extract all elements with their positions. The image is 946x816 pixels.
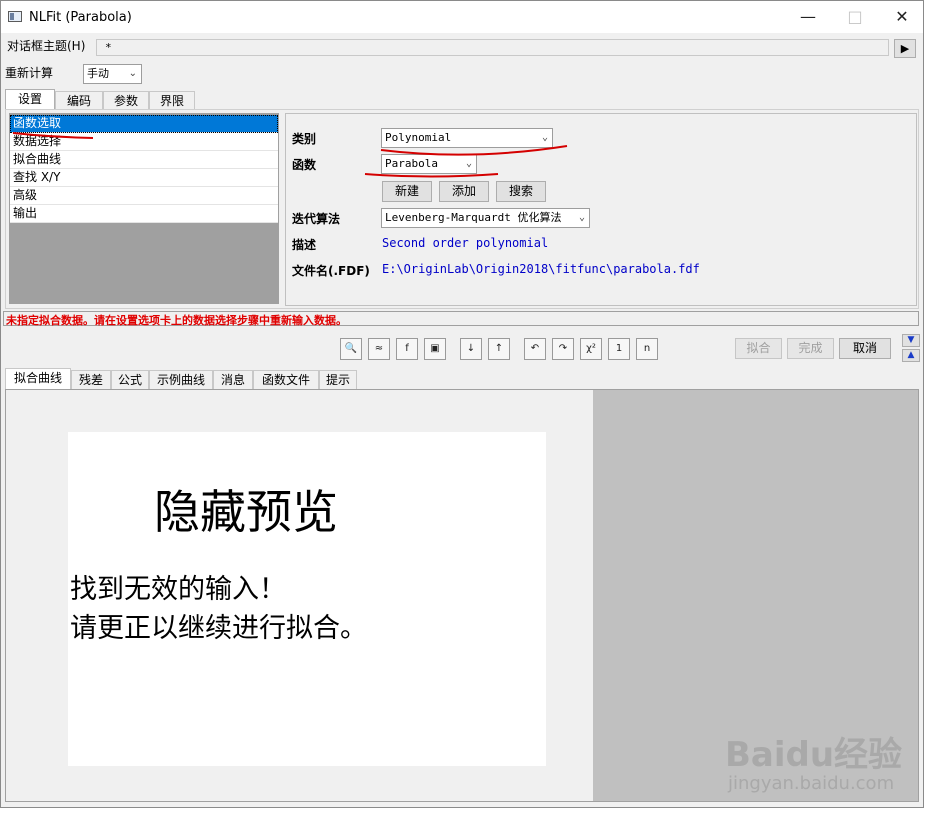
nlfit-dialog: NLFit (Parabola) — □ ✕ 对话框主题(H) * ▶ 重新计算… bbox=[0, 0, 924, 808]
annotation-underline-step bbox=[12, 132, 94, 139]
annotation-marks bbox=[12, 132, 568, 178]
watermark-brand: Baidu经验 bbox=[725, 735, 903, 775]
watermark-url: jingyan.baidu.com bbox=[728, 773, 895, 794]
annotation-underline-function bbox=[364, 173, 499, 178]
annotation-underline-category bbox=[380, 145, 568, 156]
